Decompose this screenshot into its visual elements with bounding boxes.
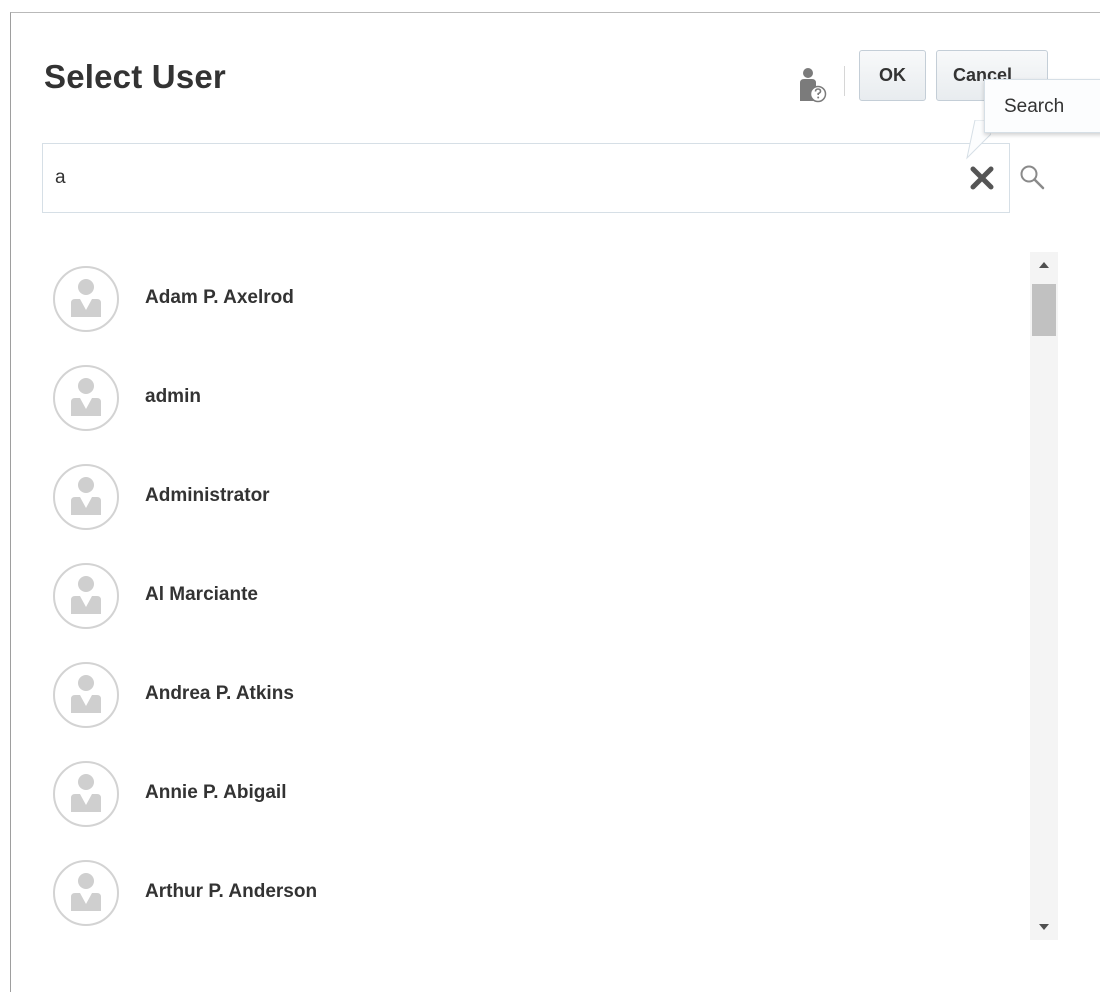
user-name: admin xyxy=(145,386,201,407)
scrollbar-thumb[interactable] xyxy=(1032,284,1056,336)
vertical-scrollbar[interactable] xyxy=(1030,252,1058,940)
user-name: Arthur P. Anderson xyxy=(145,881,318,902)
user-avatar-icon xyxy=(53,563,119,629)
list-item[interactable]: Annie P. Abigail xyxy=(52,760,1012,840)
user-avatar-icon xyxy=(53,266,119,332)
user-avatar-icon xyxy=(53,662,119,728)
list-item[interactable]: admin xyxy=(52,364,1012,444)
triangle-down-icon xyxy=(1039,924,1049,930)
scroll-up-button[interactable] xyxy=(1030,252,1058,278)
user-help-icon[interactable] xyxy=(799,67,827,107)
search-input[interactable]: a xyxy=(42,143,1010,213)
user-avatar-icon xyxy=(53,365,119,431)
ok-button[interactable]: OK xyxy=(859,50,926,101)
list-item[interactable]: Adam P. Axelrod xyxy=(52,265,1012,345)
list-item[interactable]: Administrator xyxy=(52,463,1012,543)
user-name: Al Marciante xyxy=(145,584,258,605)
user-avatar-icon xyxy=(53,860,119,926)
list-item[interactable]: Andrea P. Atkins xyxy=(52,661,1012,741)
user-avatar-icon xyxy=(53,761,119,827)
list-item[interactable]: Al Marciante xyxy=(52,562,1012,642)
user-name: Annie P. Abigail xyxy=(145,782,287,803)
user-list: Adam P. Axelrod admin Administrator Al M… xyxy=(52,240,1012,942)
toolbar-separator xyxy=(844,66,845,96)
scroll-down-button[interactable] xyxy=(1030,914,1058,940)
user-name: Adam P. Axelrod xyxy=(145,287,294,308)
list-item[interactable]: Arthur P. Anderson xyxy=(52,859,1012,939)
search-icon[interactable] xyxy=(1018,163,1046,191)
user-name: Administrator xyxy=(145,485,270,506)
user-name: Andrea P. Atkins xyxy=(145,683,294,704)
triangle-up-icon xyxy=(1039,262,1049,268)
user-avatar-icon xyxy=(53,464,119,530)
dialog-title: Select User xyxy=(44,58,226,95)
close-icon[interactable] xyxy=(970,166,994,190)
search-tooltip: Search xyxy=(984,79,1100,133)
